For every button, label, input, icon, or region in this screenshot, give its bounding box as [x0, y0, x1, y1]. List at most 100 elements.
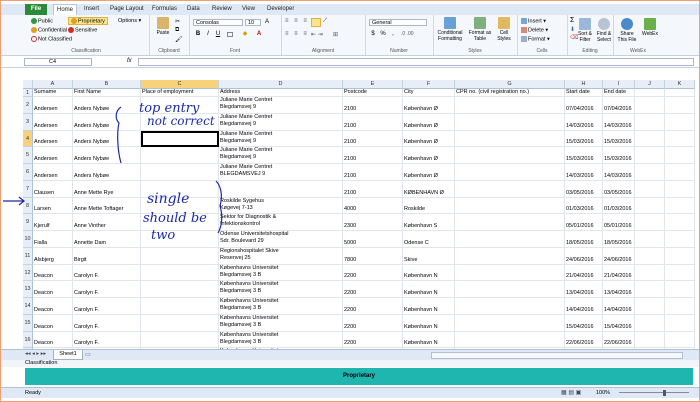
cell-f6[interactable]: København Ø — [403, 164, 455, 181]
cut-icon[interactable]: ✂ — [175, 18, 180, 25]
cell-j14[interactable] — [635, 298, 665, 315]
cell-a5[interactable]: Andersen — [33, 147, 73, 164]
cell-g13[interactable] — [455, 281, 565, 298]
cell-e9[interactable]: 2300 — [343, 214, 403, 231]
bold-button[interactable]: B — [194, 31, 202, 38]
cell-b4[interactable]: Anders Nybøe — [73, 130, 141, 148]
insert-cells-button[interactable]: Insert ▾ — [521, 18, 546, 24]
cell-d12[interactable]: Københavns Universitet Blegdamsvej 3 B — [219, 264, 343, 282]
cell-e12[interactable]: 2200 — [343, 264, 403, 282]
cell-f14[interactable]: København N — [403, 298, 455, 315]
cell-i11[interactable]: 24/06/2016 — [603, 247, 635, 265]
orientation-icon[interactable]: ⟋ — [323, 18, 327, 25]
cell-c5[interactable] — [141, 147, 219, 164]
cell-k11[interactable] — [665, 247, 695, 265]
cell-c1[interactable]: Place of employment — [141, 89, 219, 97]
fill-icon[interactable]: ⬇ — [570, 26, 575, 33]
cell-j7[interactable] — [635, 180, 665, 198]
cell-b14[interactable]: Carolyn F. — [73, 298, 141, 315]
cell-j16[interactable] — [635, 331, 665, 349]
underline-button[interactable]: U — [214, 31, 222, 38]
cell-b8[interactable]: Anne Mette Toftager — [73, 197, 141, 215]
cell-e10[interactable]: 5000 — [343, 231, 403, 248]
row-header-14[interactable]: 14 — [23, 298, 33, 315]
fx-icon[interactable]: fx — [127, 58, 132, 64]
column-header-f[interactable]: F — [403, 80, 455, 89]
column-header-b[interactable]: B — [73, 80, 141, 89]
cell-d13[interactable]: Københavns Universitet Blegdamsvej 3 B — [219, 281, 343, 298]
cell-j3[interactable] — [635, 113, 665, 131]
cell-i14[interactable]: 14/04/2016 — [603, 298, 635, 315]
cell-a11[interactable]: Alsbjerg — [33, 247, 73, 265]
cell-e15[interactable]: 2200 — [343, 314, 403, 332]
row-header-9[interactable]: 9 — [23, 214, 33, 231]
cell-b15[interactable]: Carolyn F. — [73, 314, 141, 332]
classify-proprietary[interactable]: Proprietary — [68, 17, 108, 26]
cell-e4[interactable]: 2100 — [343, 130, 403, 148]
row-header-2[interactable]: 2 — [23, 97, 33, 114]
tab-insert[interactable]: Insert — [81, 4, 102, 15]
cell-a3[interactable]: Andersen — [33, 113, 73, 131]
cell-j2[interactable] — [635, 97, 665, 114]
sort-filter-button[interactable]: Sort & Filter — [576, 18, 594, 43]
row-header-4[interactable]: 4 — [23, 130, 33, 148]
cell-i4[interactable]: 15/03/2016 — [603, 130, 635, 148]
cell-a9[interactable]: Kjerulf — [33, 214, 73, 231]
horizontal-scrollbar[interactable] — [431, 352, 683, 359]
column-header-i[interactable]: I — [603, 80, 635, 89]
zoom-level[interactable]: 100% — [596, 388, 610, 398]
cell-a7[interactable]: Clausen — [33, 180, 73, 198]
cell-d1[interactable]: Address — [219, 89, 343, 97]
cell-g11[interactable] — [455, 247, 565, 265]
cell-a13[interactable]: Deacon — [33, 281, 73, 298]
cell-a16[interactable]: Deacon — [33, 331, 73, 349]
cell-b7[interactable]: Anne Mette Rye — [73, 180, 141, 198]
cell-e5[interactable]: 2100 — [343, 147, 403, 164]
font-name-select[interactable]: Consolas — [193, 19, 243, 26]
cell-h3[interactable]: 14/03/2016 — [565, 113, 603, 131]
cell-b10[interactable]: Annette Dam — [73, 231, 141, 248]
cell-h12[interactable]: 21/04/2016 — [565, 264, 603, 282]
options-button[interactable]: Options ▾ — [118, 18, 141, 24]
copy-icon[interactable]: ⧉ — [175, 27, 179, 34]
cell-styles-button[interactable]: Cell Styles — [493, 17, 515, 42]
cell-g14[interactable] — [455, 298, 565, 315]
number-format-select[interactable]: General — [369, 19, 427, 26]
row-header-6[interactable]: 6 — [23, 164, 33, 181]
cell-j9[interactable] — [635, 214, 665, 231]
cell-d5[interactable]: Juliane Marie Centret Blegdamsvej 9 — [219, 147, 343, 164]
classify-sensitive[interactable]: Sensitive — [68, 27, 97, 33]
cell-h9[interactable]: 05/01/2016 — [565, 214, 603, 231]
view-mode-icons[interactable]: ▦ ▤ ▣ — [561, 388, 581, 398]
cell-h14[interactable]: 14/04/2016 — [565, 298, 603, 315]
cell-j13[interactable] — [635, 281, 665, 298]
cell-c9[interactable] — [141, 214, 219, 231]
cell-d7[interactable] — [219, 180, 343, 198]
cell-b11[interactable]: Birgit — [73, 247, 141, 265]
cell-i3[interactable]: 14/03/2016 — [603, 113, 635, 131]
cell-f3[interactable]: København Ø — [403, 113, 455, 131]
cell-e16[interactable]: 2200 — [343, 331, 403, 349]
classify-confidential[interactable]: Confidential — [31, 27, 67, 33]
cell-j11[interactable] — [635, 247, 665, 265]
column-header-a[interactable]: A — [33, 80, 73, 89]
insert-sheet-icon[interactable]: ▭ — [85, 351, 91, 358]
row-header-16[interactable]: 16 — [23, 331, 33, 349]
percent-button[interactable]: % — [379, 31, 387, 38]
wrap-text-icon[interactable] — [311, 18, 321, 27]
cell-k10[interactable] — [665, 231, 695, 248]
cell-e7[interactable]: 2100 — [343, 180, 403, 198]
webex-button[interactable]: WebEx — [639, 18, 661, 37]
format-painter-icon[interactable]: 🖌 — [175, 36, 183, 43]
cell-g15[interactable] — [455, 314, 565, 332]
row-header-10[interactable]: 10 — [23, 231, 33, 248]
cell-e3[interactable]: 2100 — [343, 113, 403, 131]
cell-c12[interactable] — [141, 264, 219, 282]
row-header-11[interactable]: 11 — [23, 247, 33, 265]
cell-g10[interactable] — [455, 231, 565, 248]
cell-d9[interactable]: Sektor for Diagnostik & Infektionskontro… — [219, 214, 343, 231]
cell-c16[interactable] — [141, 331, 219, 349]
cell-a15[interactable]: Deacon — [33, 314, 73, 332]
cell-c7[interactable] — [141, 180, 219, 198]
borders-icon[interactable] — [227, 32, 233, 37]
